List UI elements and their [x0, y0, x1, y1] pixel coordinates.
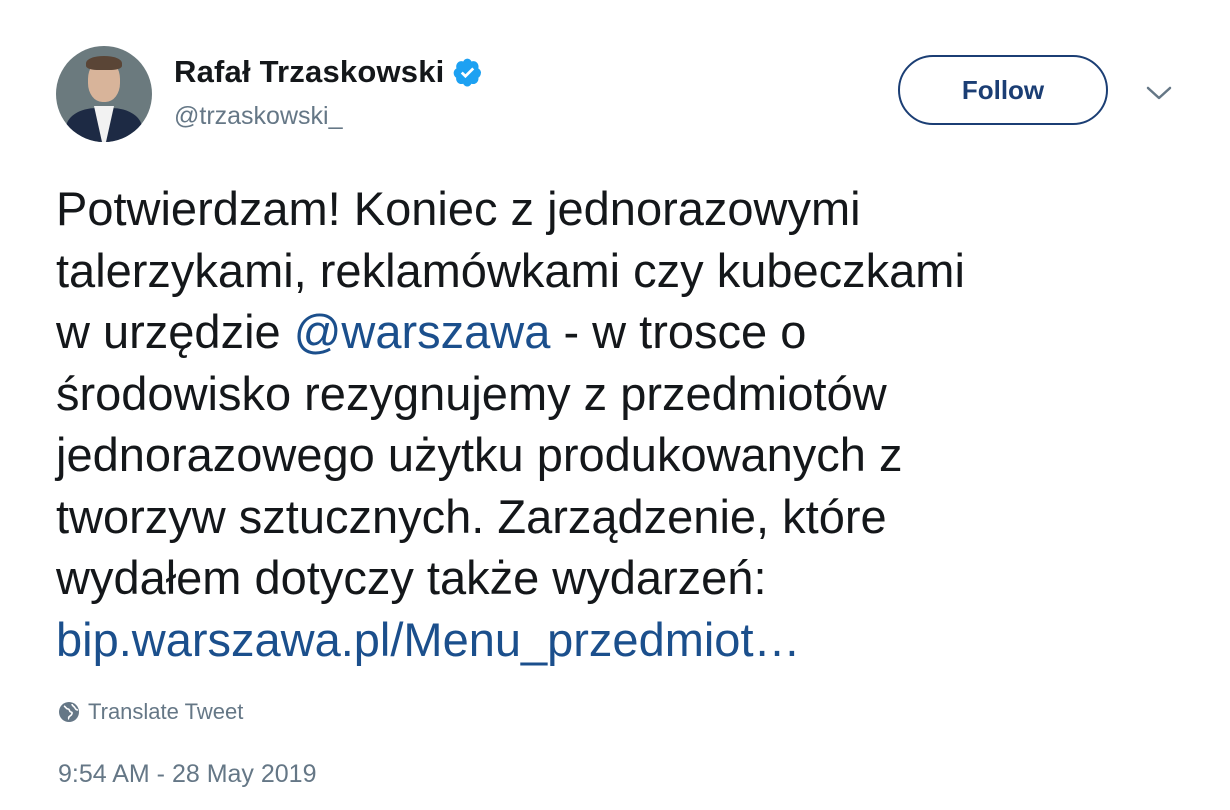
tweet-timestamp[interactable]: 9:54 AM - 28 May 2019 — [58, 760, 316, 789]
translate-tweet[interactable]: Translate Tweet — [58, 699, 243, 725]
tweet-line: tworzyw sztucznych. Zarządzenie, które — [56, 489, 887, 543]
mention-link[interactable]: @warszawa — [294, 305, 551, 358]
tweet-line: Potwierdzam! Koniec z jednorazowymi — [56, 182, 861, 235]
name-row: Rafał Trzaskowski — [174, 54, 483, 90]
verified-badge-icon — [454, 58, 482, 87]
url-link[interactable]: bip.warszawa.pl/Menu_przedmiot… — [56, 609, 1196, 671]
tweet-text-segment: - w trosce o — [550, 305, 807, 358]
follow-button[interactable]: Follow — [898, 55, 1108, 125]
translate-label[interactable]: Translate Tweet — [88, 699, 243, 725]
globe-icon — [59, 702, 79, 722]
chevron-down-icon[interactable] — [1144, 82, 1174, 104]
tweet-line: wydałem dotyczy także wydarzeń: — [56, 551, 767, 604]
tweet-text-segment: w urzędzie — [56, 305, 294, 358]
tweet-line: środowisko rezygnujemy z przedmiotów — [56, 366, 887, 420]
user-handle[interactable]: @trzaskowski_ — [174, 102, 342, 131]
tweet-line: talerzykami, reklamówkami czy kubeczkami — [56, 243, 965, 297]
tweet-text: Potwierdzam! Koniec z jednorazowymi tale… — [56, 178, 1196, 670]
avatar[interactable] — [56, 46, 152, 142]
tweet-header: Rafał Trzaskowski @trzaskowski_ Follow — [56, 44, 1186, 144]
display-name[interactable]: Rafał Trzaskowski — [174, 54, 444, 90]
tweet-line: w urzędzie @warszawa - w trosce o — [56, 301, 1196, 363]
tweet-line: jednorazowego użytku produkowanych z — [56, 428, 903, 481]
